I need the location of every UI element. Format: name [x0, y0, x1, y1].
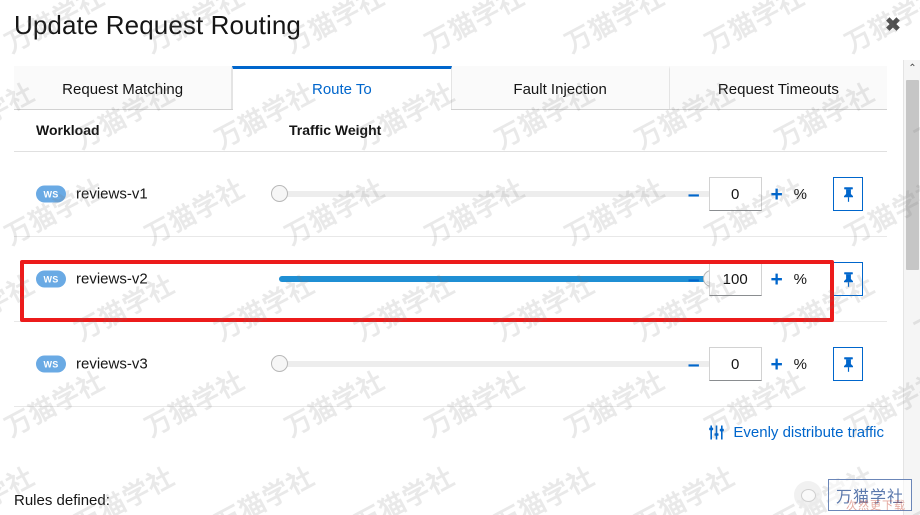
weight-stepper: –0 +% [682, 347, 809, 381]
page-title: Update Request Routing [14, 10, 301, 40]
slider-fill [279, 276, 711, 282]
dialog-title-bar: Update Request Routing ✖ [0, 0, 920, 58]
slider-thumb[interactable] [271, 355, 288, 372]
weight-stepper: –100 +% [682, 262, 809, 296]
weight-input[interactable]: 100 [708, 262, 762, 296]
close-icon[interactable]: ✖ [880, 12, 906, 38]
workload-type-badge: WS [36, 270, 66, 288]
column-header-traffic-weight: Traffic Weight [289, 122, 382, 138]
workload-type-badge: WS [36, 185, 66, 203]
tab-route-to[interactable]: Route To [232, 66, 452, 110]
slider-track[interactable] [279, 361, 711, 367]
vertical-scrollbar[interactable]: ⌃ [903, 60, 920, 515]
tab-label: Fault Injection [513, 80, 607, 98]
decrement-weight-button[interactable]: – [682, 349, 706, 379]
pin-icon [841, 271, 856, 288]
pin-weight-button[interactable] [833, 177, 863, 211]
tab-request-matching[interactable]: Request Matching [14, 66, 233, 109]
sliders-icon [708, 424, 725, 441]
traffic-weight-slider[interactable] [271, 354, 711, 374]
decrement-weight-button[interactable]: – [682, 264, 706, 294]
weight-input[interactable]: 0 [708, 347, 762, 381]
tab-label: Request Matching [62, 80, 184, 98]
increment-weight-button[interactable]: + [765, 349, 789, 379]
table-row: WS reviews-v2 –100 +% [14, 237, 887, 322]
workload-type-badge: WS [36, 355, 66, 373]
slider-thumb[interactable] [271, 185, 288, 202]
percent-symbol: % [793, 270, 807, 288]
workload-cell: WS reviews-v2 [36, 270, 148, 288]
pin-weight-button[interactable] [833, 262, 863, 296]
pin-weight-button[interactable] [833, 347, 863, 381]
table-row: WS reviews-v1 –0 +% [14, 152, 887, 237]
increment-weight-button[interactable]: + [765, 179, 789, 209]
tab-request-timeouts[interactable]: Request Timeouts [669, 66, 887, 109]
scrollbar-thumb[interactable] [906, 80, 919, 270]
weight-input[interactable]: 0 [708, 177, 762, 211]
traffic-weight-slider[interactable] [271, 184, 711, 204]
workload-rows: WS reviews-v1–0 +% WS reviews-v2–100 +% WS revi… [14, 152, 887, 407]
pin-icon [841, 186, 856, 203]
workload-cell: WS reviews-v3 [36, 355, 148, 373]
tab-fault-injection[interactable]: Fault Injection [451, 66, 670, 109]
workload-name: reviews-v3 [76, 355, 148, 373]
tab-label: Route To [311, 80, 372, 98]
percent-symbol: % [793, 185, 807, 203]
workload-name: reviews-v2 [76, 270, 148, 288]
percent-symbol: % [793, 355, 807, 373]
pin-icon [841, 356, 856, 373]
traffic-weight-slider[interactable] [279, 269, 720, 289]
evenly-distribute-traffic-label: Evenly distribute traffic [733, 424, 884, 441]
workload-name: reviews-v1 [76, 185, 148, 203]
scroll-up-arrow-icon[interactable]: ⌃ [904, 60, 920, 77]
decrement-weight-button[interactable]: – [682, 179, 706, 209]
tabstrip: Request Matching Route To Fault Injection R… [14, 66, 887, 110]
workload-cell: WS reviews-v1 [36, 185, 148, 203]
rules-defined-label: Rules defined: [14, 492, 110, 509]
column-header-workload: Workload [36, 122, 100, 138]
increment-weight-button[interactable]: + [765, 264, 789, 294]
evenly-distribute-traffic-link[interactable]: Evenly distribute traffic [708, 424, 884, 441]
slider-track[interactable] [279, 191, 711, 197]
table-header-row: Workload Traffic Weight [14, 120, 887, 152]
table-row: WS reviews-v3 –0 +% [14, 322, 887, 407]
tab-label: Request Timeouts [717, 80, 839, 98]
update-request-routing-dialog: Update Request Routing ✖ Request Matchin… [0, 0, 920, 515]
weight-stepper: –0 +% [682, 177, 809, 211]
